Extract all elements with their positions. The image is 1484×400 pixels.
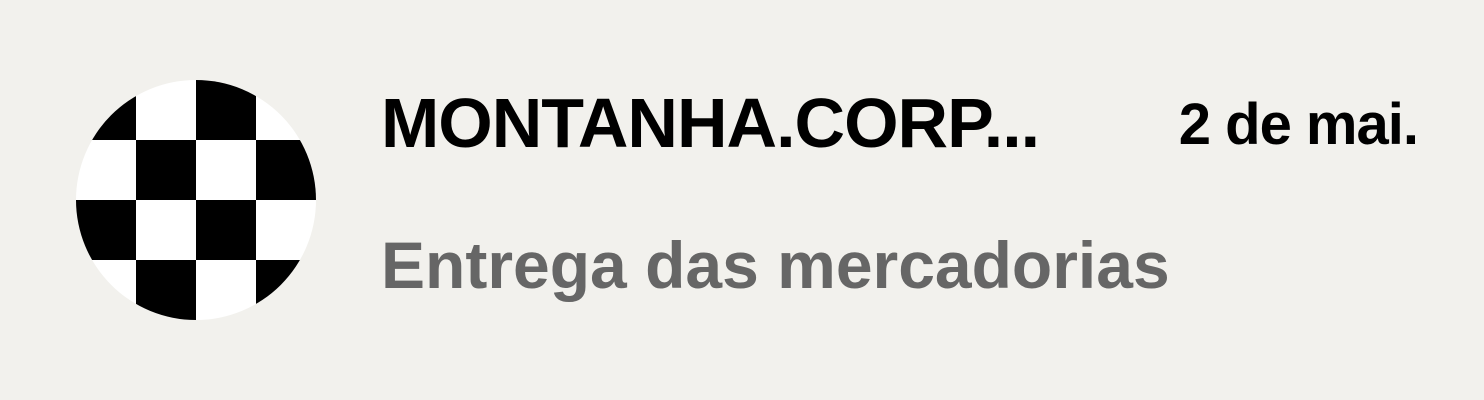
message-date: 2 de mai. <box>1178 92 1419 157</box>
checkered-avatar-icon <box>76 80 316 320</box>
message-subject: Entrega das mercadorias <box>381 228 1170 302</box>
sender-name: MONTANHA.CORP... <box>381 84 1040 162</box>
message-list-item[interactable]: MONTANHA.CORP... 2 de mai. Entrega das m… <box>0 0 1484 400</box>
